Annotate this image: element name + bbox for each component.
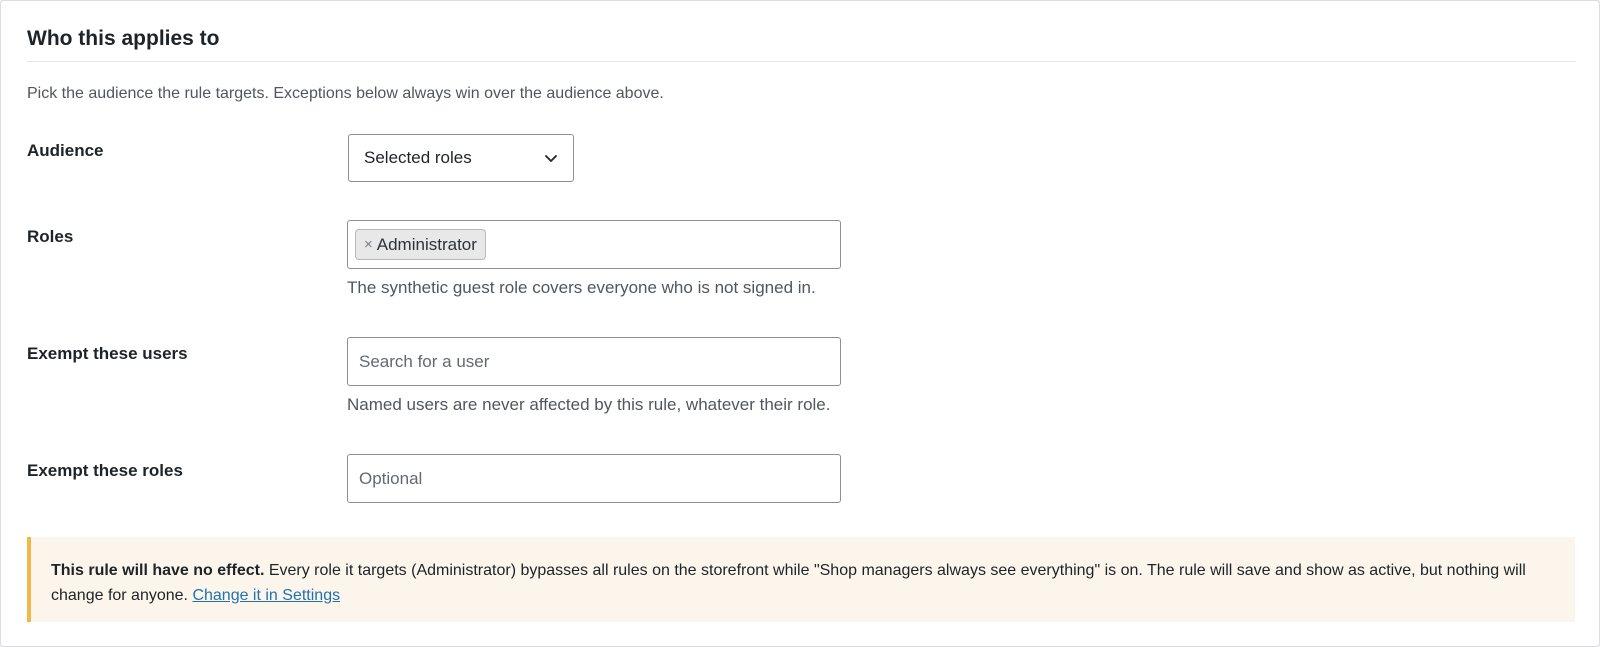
title-divider [27, 61, 1575, 62]
role-chip-administrator: × Administrator [355, 229, 486, 260]
section-title: Who this applies to [27, 27, 220, 50]
chevron-down-icon [545, 155, 557, 162]
exempt-users-help-text: Named users are never affected by this r… [347, 395, 831, 414]
role-chip-label: Administrator [376, 234, 477, 254]
roles-help-text: The synthetic guest role covers everyone… [347, 278, 816, 297]
rule-audience-panel: Who this applies to Pick the audience th… [0, 0, 1600, 647]
exempt-users-field[interactable] [347, 337, 841, 386]
roles-label: Roles [27, 227, 74, 246]
change-settings-link[interactable]: Change it in Settings [192, 587, 340, 604]
audience-selected-value: Selected roles [364, 148, 472, 167]
exempt-roles-label: Exempt these roles [27, 461, 183, 480]
notice-strong-text: This rule will have no effect. [51, 562, 265, 579]
exempt-users-input[interactable] [359, 351, 840, 372]
audience-label: Audience [27, 141, 104, 160]
exempt-users-label: Exempt these users [27, 344, 188, 363]
no-effect-warning-notice: This rule will have no effect. Every rol… [27, 537, 1575, 622]
roles-multiselect[interactable]: × Administrator [347, 220, 841, 269]
exempt-roles-field[interactable] [347, 454, 841, 503]
section-intro: Pick the audience the rule targets. Exce… [27, 85, 664, 102]
remove-chip-icon[interactable]: × [364, 237, 373, 252]
audience-select[interactable]: Selected roles [348, 134, 574, 182]
exempt-roles-input[interactable] [359, 468, 840, 489]
